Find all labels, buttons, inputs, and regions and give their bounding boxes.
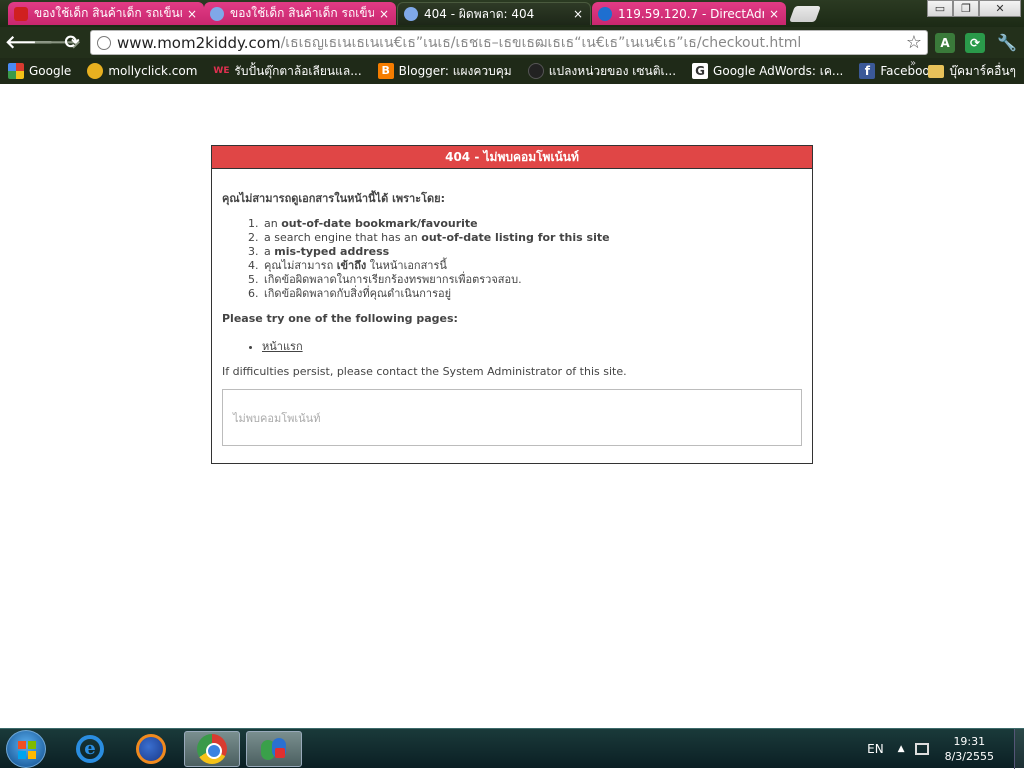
bookmark-facebook[interactable]: f Facebook — [859, 63, 937, 79]
blogger-icon: B — [377, 63, 394, 79]
window-controls: ▭ ❐ ✕ — [927, 0, 1021, 17]
bookmark-unit-converter[interactable]: แปลงหน่วยของ เซนติเ... — [527, 62, 677, 81]
bookmark-label: Google AdWords: เค... — [713, 63, 844, 78]
bookmark-label: mollyclick.com — [108, 64, 198, 78]
bookmark-label: แปลงหน่วยของ เซนติเ... — [548, 63, 677, 78]
address-bar[interactable]: www.mom2kiddy.com /เธเธญเธเนเธเนเน€เธ”เน… — [90, 30, 928, 55]
site-favicon-icon — [14, 6, 28, 21]
page-icon — [97, 35, 111, 50]
we-icon: WE — [213, 66, 230, 76]
wrench-menu-icon[interactable]: 🔧 — [997, 33, 1017, 53]
browser-chrome: ของใช้เด็ก สินค้าเด็ก รถเข็นเด็ × ของใช้… — [0, 0, 1024, 84]
component-message: ไม่พบคอมโพเน้นท์ — [233, 412, 321, 425]
try-pages-heading: Please try one of the following pages: — [222, 312, 458, 325]
adwords-icon: G — [692, 63, 709, 79]
tray-expand-icon[interactable]: ▲ — [898, 744, 905, 754]
reason-item: a search engine that has an out-of-date … — [262, 231, 802, 245]
tab-label: ของใช้เด็ก สินค้าเด็ก รถเข็นเด็ — [34, 6, 182, 20]
bookmark-label: Google — [29, 64, 72, 78]
reason-item: เกิดข้อผิดพลาดกับสิ่งที่คุณดำเนินการอยู่ — [262, 287, 802, 301]
tab-2[interactable]: ของใช้เด็ก สินค้าเด็ก รถเข็นเด็ × — [204, 2, 396, 25]
url-host: www.mom2kiddy.com — [117, 33, 281, 52]
minimize-button[interactable]: ▭ — [927, 0, 953, 17]
globe-icon — [527, 63, 544, 79]
mollyclick-icon — [87, 63, 104, 79]
new-tab-button[interactable] — [789, 6, 821, 22]
tab-label: 119.59.120.7 - DirectAdmin — [618, 6, 764, 21]
system-tray: EN ▲ 19:31 8/3/2555 — [867, 729, 1024, 769]
reasons-heading: คุณไม่สามารถดูเอกสารในหน้านี้ได้ เพราะโด… — [222, 192, 445, 205]
bookmark-mollyclick[interactable]: mollyclick.com — [87, 63, 197, 79]
directadmin-favicon-icon — [598, 6, 612, 21]
tab-close-icon[interactable]: × — [378, 7, 390, 21]
maximize-button[interactable]: ❐ — [953, 0, 979, 17]
close-window-button[interactable]: ✕ — [979, 0, 1021, 17]
error-panel: 404 - ไม่พบคอมโพเน้นท์ คุณไม่สามารถดูเอก… — [211, 145, 813, 464]
tab-3-active[interactable]: 404 - ผิดพลาด: 404 × — [397, 2, 591, 25]
windows-taskbar: e EN ▲ 19:31 8/3/2555 — [0, 728, 1024, 769]
component-message-box: ไม่พบคอมโพเน้นท์ — [222, 389, 802, 446]
error-body: คุณไม่สามารถดูเอกสารในหน้านี้ได้ เพราะโด… — [212, 169, 812, 378]
tab-4[interactable]: 119.59.120.7 - DirectAdmin × — [592, 2, 786, 25]
tab-close-icon[interactable]: × — [768, 7, 780, 21]
list-item: หน้าแรก — [262, 337, 802, 355]
bookmarks-bar: Google mollyclick.com WE รับปั้นตุ๊กตาล้… — [0, 58, 1024, 84]
bookmarks-overflow-chevron-icon[interactable]: » — [910, 58, 916, 69]
site-favicon-icon — [404, 7, 418, 21]
show-desktop-button[interactable] — [1014, 729, 1024, 769]
internet-explorer-icon: e — [76, 735, 104, 763]
sync-extension-icon[interactable]: ⟳ — [965, 33, 985, 53]
facebook-icon: f — [859, 63, 876, 79]
taskbar-firefox[interactable] — [123, 731, 179, 767]
language-indicator[interactable]: EN — [867, 742, 884, 756]
error-title: 404 - ไม่พบคอมโพเน้นท์ — [212, 146, 812, 169]
messenger-icon — [259, 736, 289, 762]
home-page-link[interactable]: หน้าแรก — [262, 340, 303, 353]
site-favicon-icon — [210, 6, 224, 21]
reason-item: คุณไม่สามารถ เข้าถึง ในหน้าเอกสารนี้ — [262, 259, 802, 273]
firefox-icon — [136, 734, 166, 764]
bookmark-adwords[interactable]: G Google AdWords: เค... — [692, 62, 843, 81]
clock-time: 19:31 — [953, 735, 986, 748]
back-button[interactable]: 🡐 — [5, 32, 53, 54]
reasons-list: an out-of-date bookmark/favourite a sear… — [262, 217, 802, 301]
folder-icon — [928, 65, 945, 78]
persist-message: If difficulties persist, please contact … — [222, 365, 627, 378]
reload-button[interactable]: ⟳ — [61, 32, 83, 54]
start-button[interactable] — [6, 730, 46, 768]
tab-1[interactable]: ของใช้เด็ก สินค้าเด็ก รถเข็นเด็ × — [8, 2, 204, 25]
reason-item: เกิดข้อผิดพลาดในการเรียกร้องทรพยากรเพื่อ… — [262, 273, 802, 287]
chrome-icon — [197, 734, 227, 764]
suggested-pages-list: หน้าแรก — [262, 337, 802, 355]
other-bookmarks-label: บุ๊คมาร์คอื่นๆ — [949, 64, 1016, 78]
reason-item: a mis-typed address — [262, 245, 802, 259]
browser-toolbar: 🡐 🡒 ⟳ www.mom2kiddy.com /เธเธญเธเนเธเนเน… — [0, 27, 1024, 58]
bookmark-label: Blogger: แผงควบคุม — [398, 63, 512, 78]
clock[interactable]: 19:31 8/3/2555 — [945, 734, 994, 764]
bookmark-blogger[interactable]: B Blogger: แผงควบคุม — [377, 62, 512, 81]
translate-extension-icon[interactable]: A — [935, 33, 955, 53]
bookmark-label: รับปั้นตุ๊กตาล้อเลียนแล... — [234, 63, 362, 78]
reason-item: an out-of-date bookmark/favourite — [262, 217, 802, 231]
tab-strip: ของใช้เด็ก สินค้าเด็ก รถเข็นเด็ × ของใช้… — [0, 0, 1024, 27]
url-path: /เธเธญเธเนเธเนเน€เธ”เนเธ/เธชเธ–เธขเธฒเธเ… — [280, 34, 802, 51]
bookmark-we[interactable]: WE รับปั้นตุ๊กตาล้อเลียนแล... — [213, 62, 361, 81]
tab-close-icon[interactable]: × — [572, 7, 584, 21]
other-bookmarks-folder[interactable]: บุ๊คมาร์คอื่นๆ — [928, 62, 1016, 81]
tab-close-icon[interactable]: × — [186, 7, 198, 21]
clock-date: 8/3/2555 — [944, 750, 994, 763]
tab-label: ของใช้เด็ก สินค้าเด็ก รถเข็นเด็ — [230, 6, 374, 20]
taskbar-internet-explorer[interactable]: e — [62, 731, 118, 767]
bookmark-google[interactable]: Google — [8, 63, 71, 79]
forward-button[interactable]: 🡒 — [33, 32, 81, 54]
tab-label: 404 - ผิดพลาด: 404 — [424, 6, 535, 21]
windows-logo-icon — [18, 741, 36, 759]
taskbar-messenger[interactable] — [246, 731, 302, 767]
taskbar-chrome[interactable] — [184, 731, 240, 767]
google-icon — [8, 63, 24, 79]
network-icon[interactable] — [914, 743, 929, 755]
bookmark-star-icon[interactable]: ☆ — [906, 32, 922, 53]
